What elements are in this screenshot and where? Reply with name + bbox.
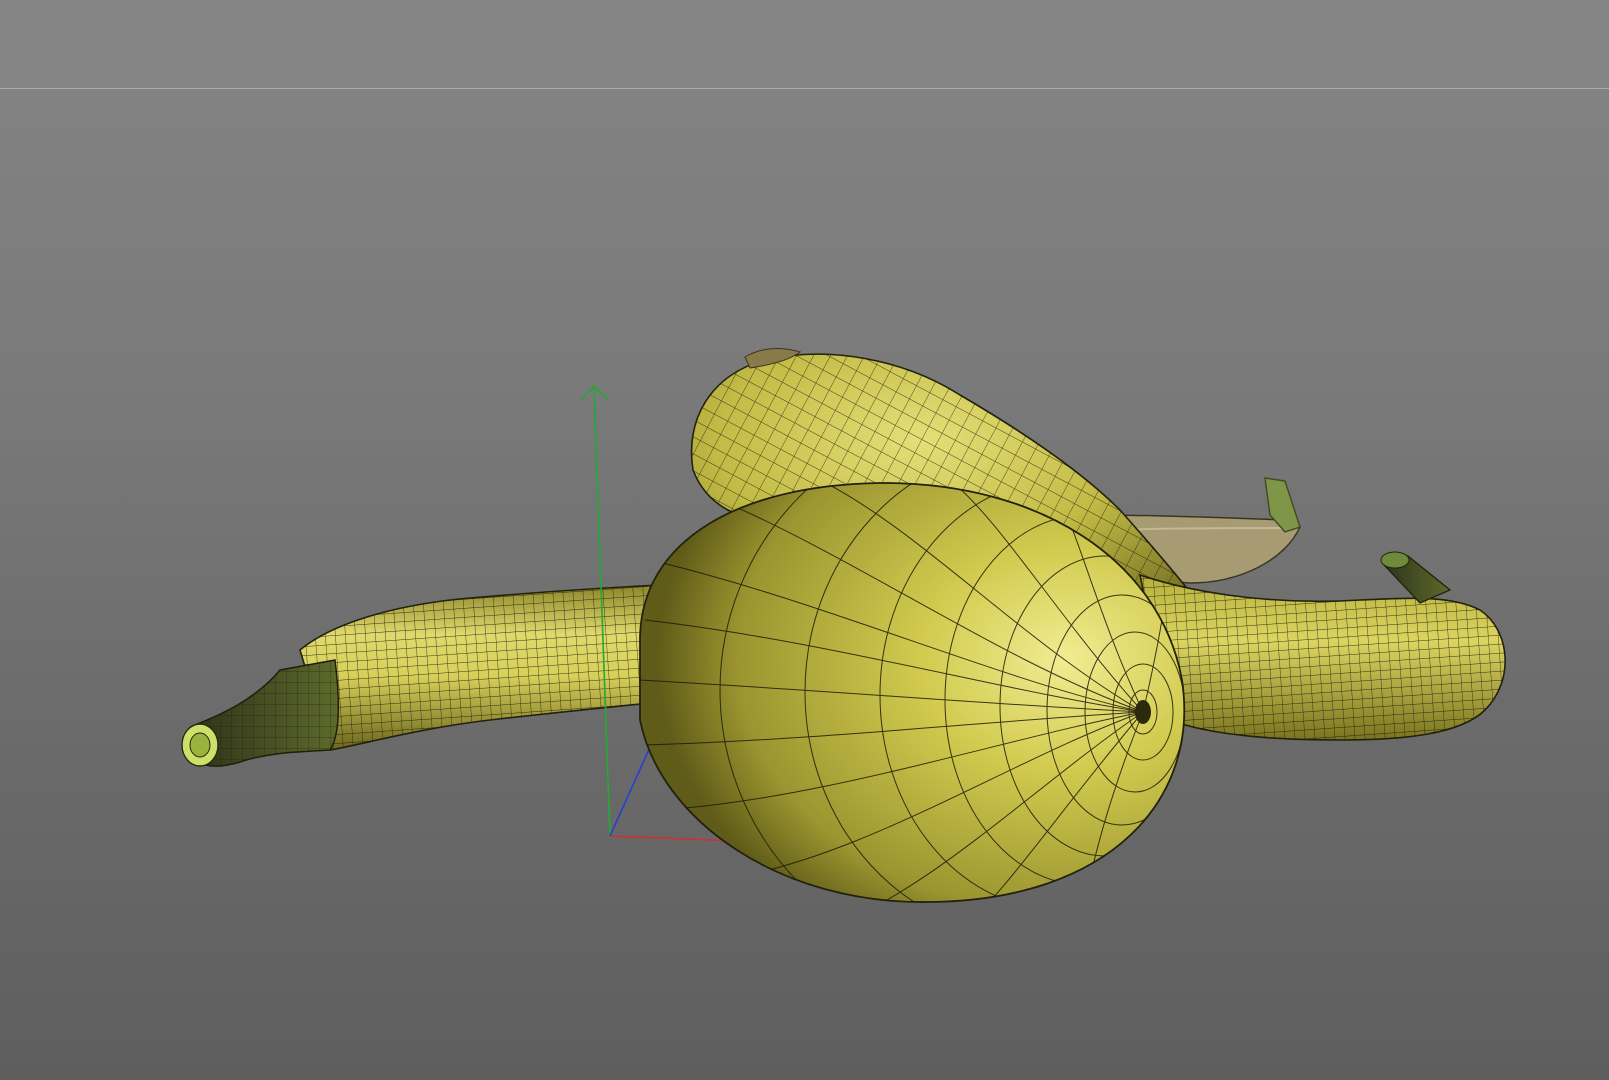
- 3d-viewport[interactable]: [0, 0, 1609, 1080]
- scene-canvas[interactable]: [0, 0, 1609, 1080]
- left-neck-mesh: [181, 584, 681, 767]
- blossom-end-pole: [1135, 700, 1151, 724]
